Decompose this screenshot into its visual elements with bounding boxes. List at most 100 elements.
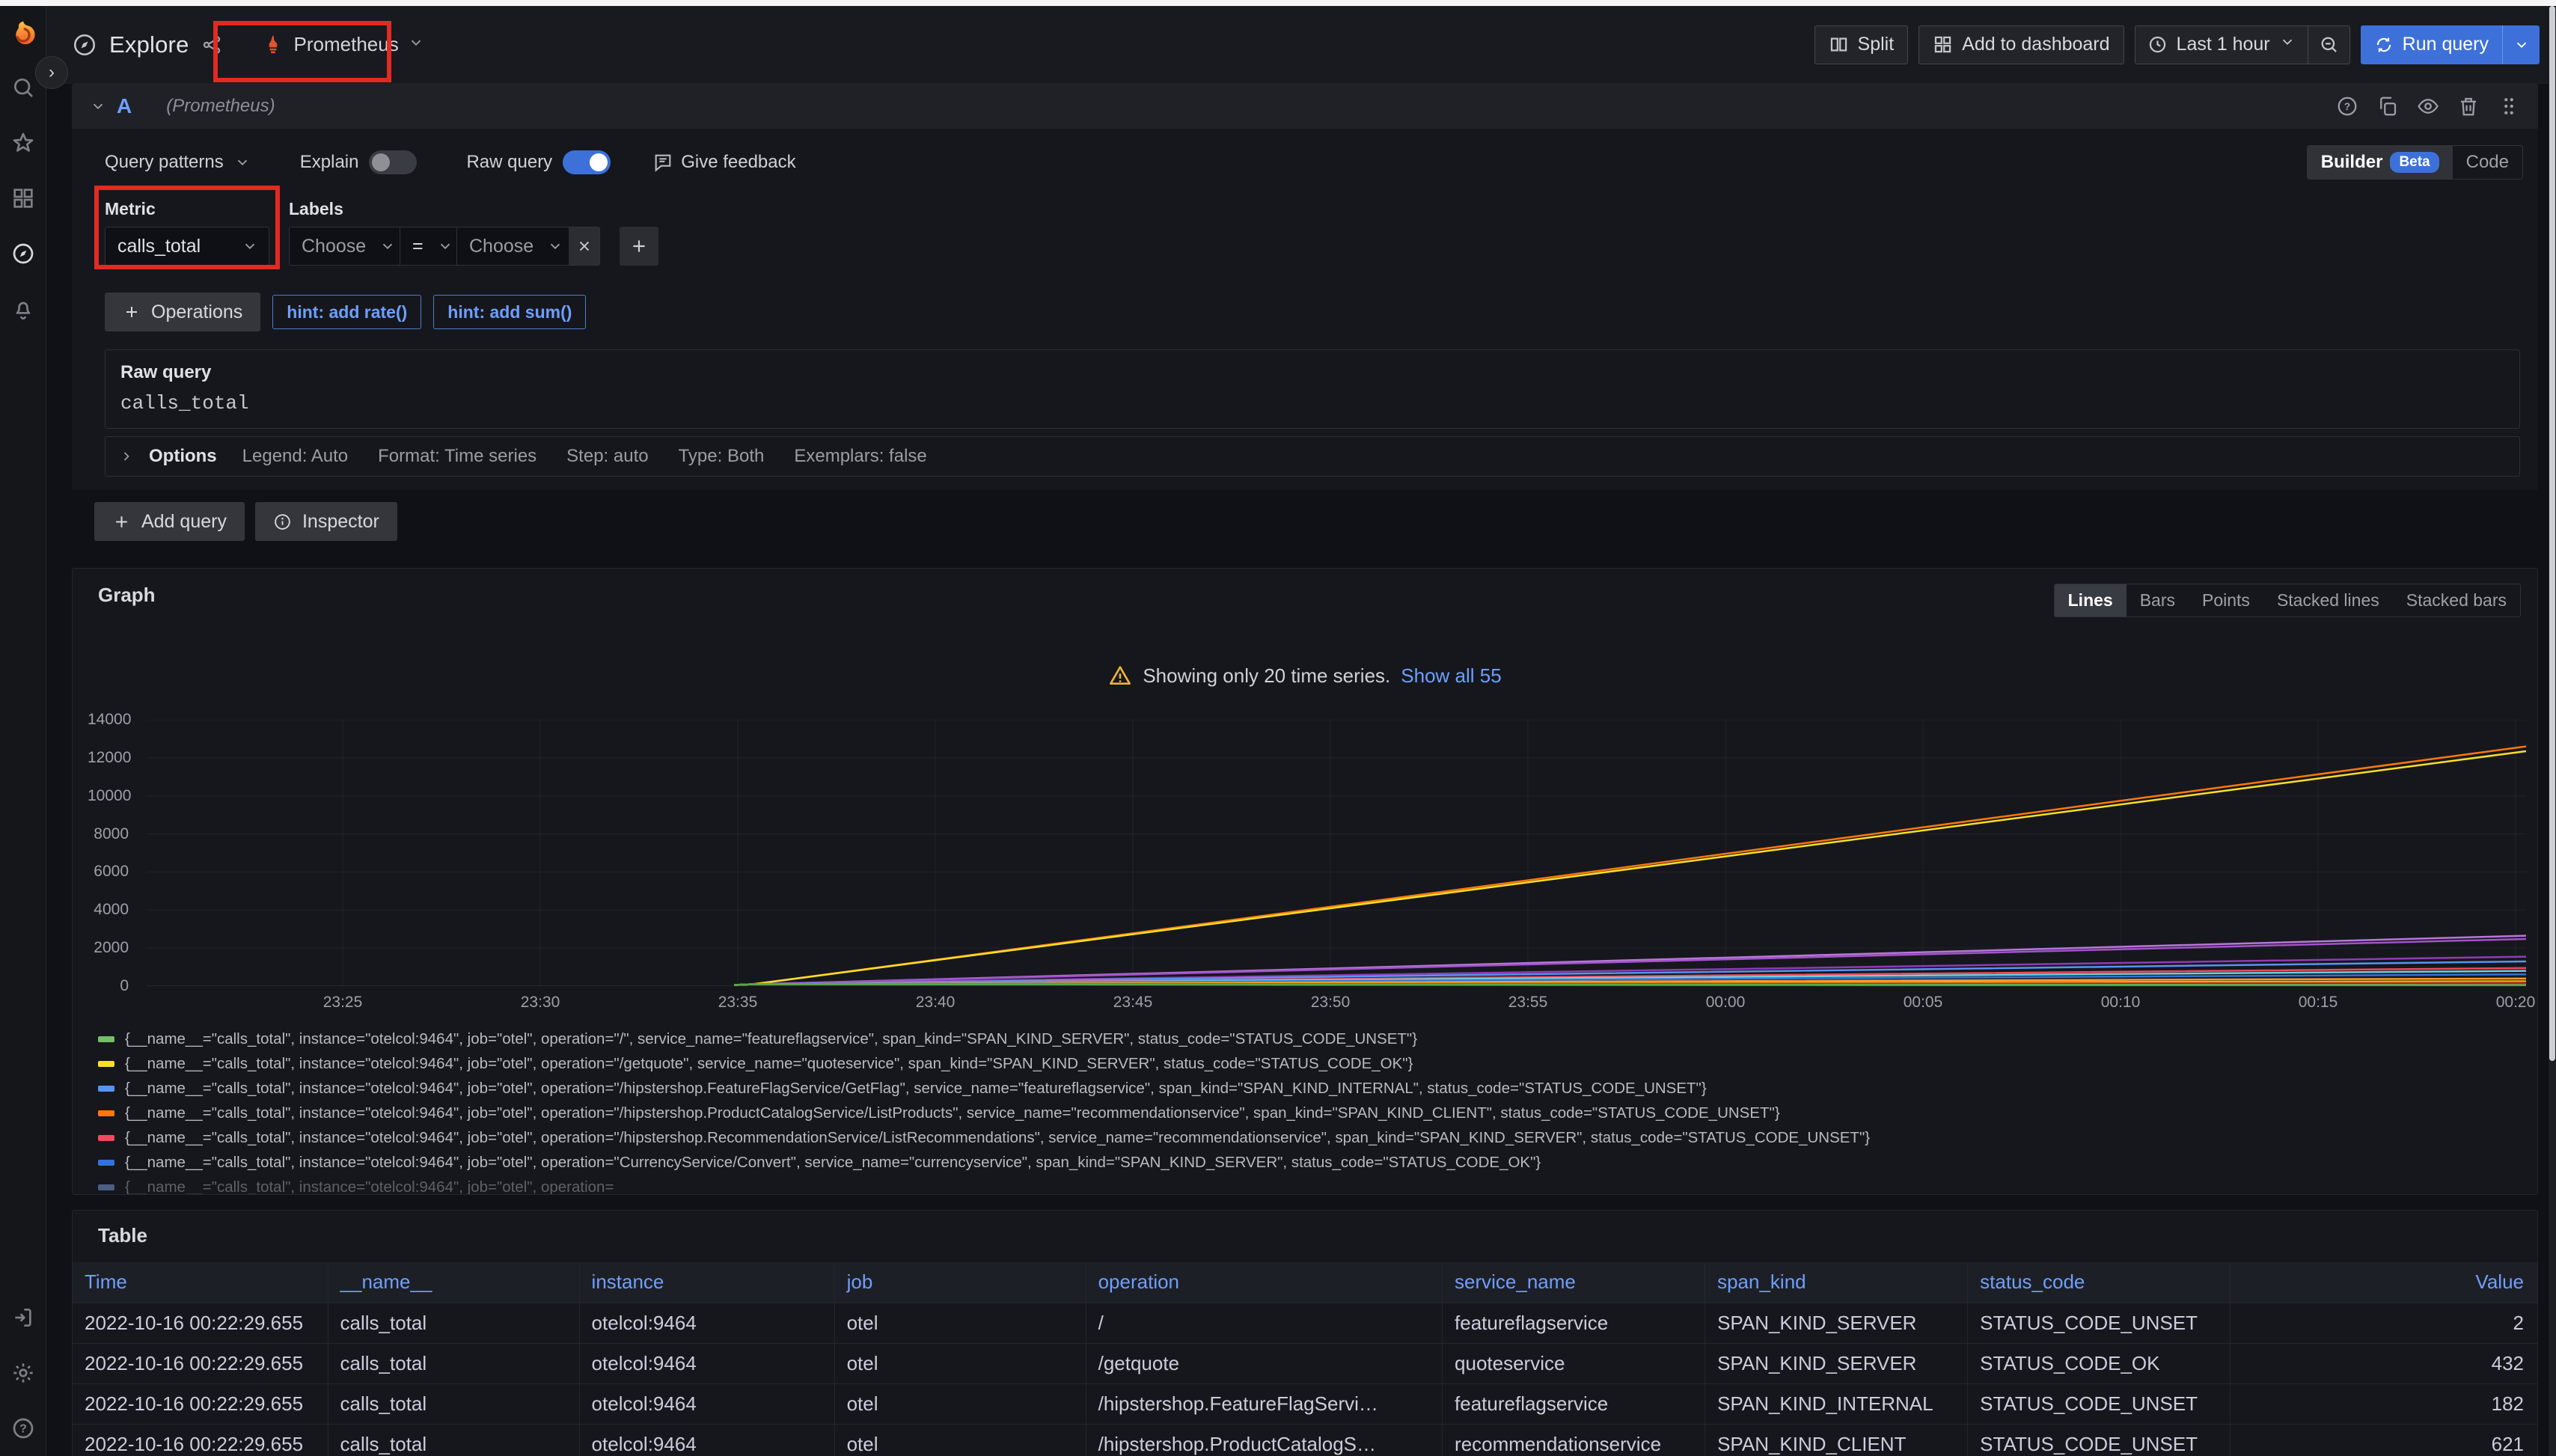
sidebar-expand-button[interactable]: › [35,56,68,89]
operations-button[interactable]: Operations [105,293,260,331]
legend-label: {__name__="calls_total", instance="otelc… [125,1129,1870,1147]
legend-label: {__name__="calls_total", instance="otelc… [125,1154,1541,1172]
legend-swatch[interactable] [98,1086,114,1092]
grafana-logo[interactable] [0,10,46,60]
column-header-servicename[interactable]: service_name [1443,1262,1705,1303]
legend-item-2[interactable]: {__name__="calls_total", instance="otelc… [98,1076,2527,1101]
collapse-chevron-icon[interactable] [90,98,106,114]
legend-item-3[interactable]: {__name__="calls_total", instance="otelc… [98,1101,2527,1125]
time-range-button[interactable]: Last 1 hour [2135,26,2308,64]
explore-icon[interactable] [0,226,46,281]
query-row-header[interactable]: A (Prometheus) ? [72,84,2538,129]
table-header-row: Time__name__instancejoboperationservice_… [73,1262,2538,1303]
query-hint-chip-1[interactable]: hint: add sum() [433,295,586,329]
metric-select[interactable]: calls_total [105,227,269,266]
labels-field: Labels Choose = Cho [289,199,658,266]
builder-mode-button[interactable]: Builder Beta [2308,146,2453,179]
time-series-chart[interactable]: 02000400060008000100001200014000 23:2523… [88,708,2527,1037]
column-header-value[interactable]: Value [2231,1262,2538,1303]
dashboards-icon[interactable] [0,171,46,226]
options-collapse[interactable]: Options Legend: AutoFormat: Time seriesS… [105,436,2520,477]
label-operator-select[interactable]: = [400,227,456,266]
column-header-job[interactable]: job [834,1262,1086,1303]
table-title: Table [73,1211,2537,1247]
column-header-time[interactable]: Time [73,1262,328,1303]
scrollbar-thumb[interactable] [2549,6,2555,1061]
label-key-select[interactable]: Choose [289,227,400,266]
toolbar-right: Split Add to dashboard Last 1 hour Run q… [1814,25,2540,64]
legend-label: {__name__="calls_total", instance="otelc… [125,1030,1417,1048]
settings-gear-icon[interactable] [0,1345,46,1401]
legend-swatch[interactable] [98,1036,114,1042]
page-scrollbar[interactable] [2549,6,2556,1456]
legend-item-1[interactable]: {__name__="calls_total", instance="otelc… [98,1051,2527,1076]
graph-mode-bars[interactable]: Bars [2127,584,2189,617]
run-query-caret-button[interactable] [2502,25,2540,64]
drag-handle-icon[interactable] [2498,95,2520,117]
graph-mode-points[interactable]: Points [2189,584,2263,617]
sign-in-icon[interactable] [0,1290,46,1345]
builder-fields: Metric calls_total Labels Choose [105,199,2523,266]
table-cell: calls_total [328,1424,579,1456]
x-tick-label: 23:40 [902,994,969,1012]
inspector-button[interactable]: Inspector [255,502,397,541]
column-header-operation[interactable]: operation [1086,1262,1442,1303]
column-header-name[interactable]: __name__ [328,1262,579,1303]
chevron-down-icon [408,33,424,56]
add-label-filter-button[interactable] [620,227,658,266]
add-to-dashboard-button[interactable]: Add to dashboard [1918,25,2124,64]
label-value-select[interactable]: Choose [456,227,569,266]
help-icon[interactable]: ? [0,1401,46,1456]
legend-item-0[interactable]: {__name__="calls_total", instance="otelc… [98,1027,2527,1051]
add-to-dashboard-label: Add to dashboard [1962,34,2109,55]
query-help-icon[interactable]: ? [2336,95,2358,117]
label-operator-value: = [412,236,424,257]
query-editor-card: A (Prometheus) ? Query patterns Explain [72,84,2538,490]
graph-mode-group: LinesBarsPointsStacked linesStacked bars [2054,584,2521,617]
query-patterns-button[interactable]: Query patterns [105,152,251,173]
zoom-out-button[interactable] [2308,26,2349,64]
table-cell: 2022-10-16 00:22:29.655 [73,1343,328,1383]
legend-swatch[interactable] [98,1135,114,1141]
column-header-instance[interactable]: instance [579,1262,834,1303]
hide-query-eye-icon[interactable] [2417,95,2439,117]
duplicate-query-icon[interactable] [2376,95,2399,117]
raw-query-toggle[interactable] [563,150,611,174]
chevron-down-icon [242,238,258,254]
run-query-button[interactable]: Run query [2361,25,2502,64]
code-mode-button[interactable]: Code [2453,146,2522,179]
legend-swatch[interactable] [98,1110,114,1116]
table-panel: Table Time__name__instancejoboperationse… [72,1210,2538,1456]
legend-item-5[interactable]: {__name__="calls_total", instance="otelc… [98,1150,2527,1175]
column-header-spankind[interactable]: span_kind [1705,1262,1968,1303]
graph-mode-lines[interactable]: Lines [2055,584,2127,617]
add-query-button[interactable]: Add query [94,502,245,541]
starred-icon[interactable] [0,115,46,171]
x-tick-label: 23:25 [309,994,376,1012]
chart-plot-area[interactable] [147,720,2526,986]
show-all-series-link[interactable]: Show all 55 [1401,664,1501,688]
legend-item-4[interactable]: {__name__="calls_total", instance="otelc… [98,1125,2527,1150]
chevron-down-icon [379,238,396,254]
legend-swatch[interactable] [98,1160,114,1166]
give-feedback-button[interactable]: Give feedback [652,152,795,173]
split-button[interactable]: Split [1814,25,1909,64]
graph-header: Graph LinesBarsPointsStacked linesStacke… [73,569,2537,617]
graph-mode-stacked-lines[interactable]: Stacked lines [2263,584,2393,617]
give-feedback-label: Give feedback [681,152,795,173]
y-tick-label: 4000 [88,902,129,918]
datasource-picker[interactable]: Prometheus [251,25,435,64]
options-item-1: Format: Time series [378,446,536,467]
column-header-statuscode[interactable]: status_code [1968,1262,2231,1303]
alerting-icon[interactable] [0,281,46,337]
query-hint-chip-0[interactable]: hint: add rate() [272,295,421,329]
remove-label-filter-button[interactable] [569,227,600,266]
query-ref-id[interactable]: A [117,94,132,118]
explain-toggle[interactable] [369,150,417,174]
share-icon[interactable] [201,34,222,55]
table-cell: 432 [2231,1343,2538,1383]
delete-query-trash-icon[interactable] [2457,95,2480,117]
graph-title: Graph [98,584,156,607]
legend-swatch[interactable] [98,1061,114,1067]
graph-mode-stacked-bars[interactable]: Stacked bars [2393,584,2520,617]
